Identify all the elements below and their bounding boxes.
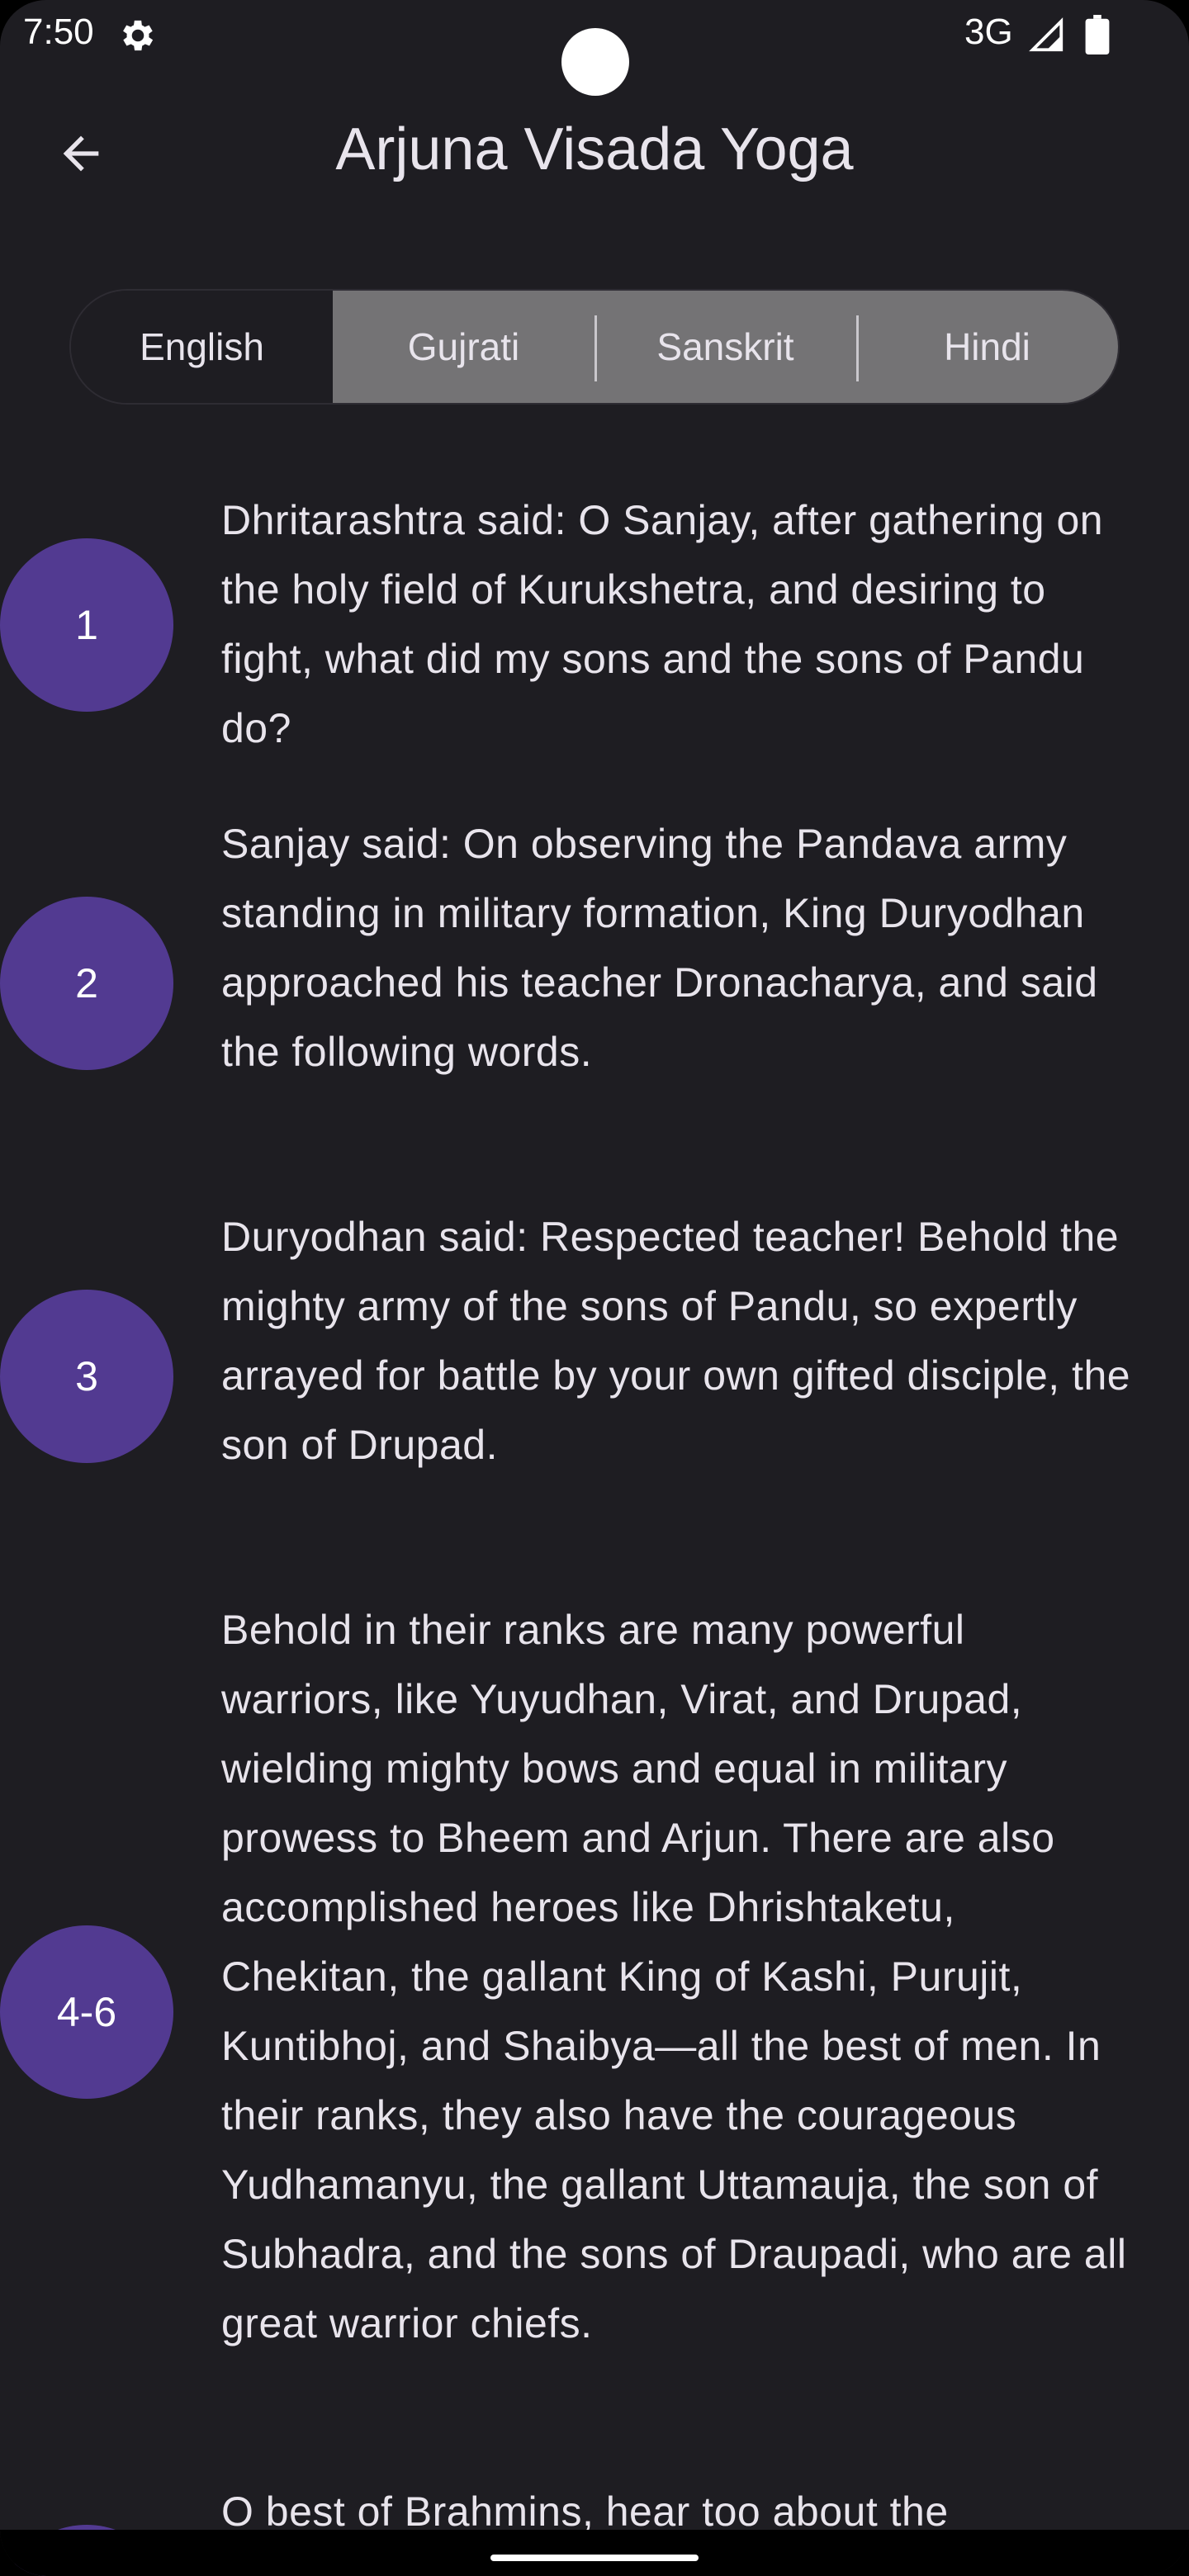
camera-cutout [561,28,629,96]
network-type: 3G [964,12,1013,52]
battery-icon [1085,15,1110,54]
verse-number-badge[interactable]: 4-6 [0,1925,173,2099]
app-bar: Arjuna Visada Yoga [0,99,1189,198]
app-screen: 7:50 3G Arjuna Visada Yoga English Gujra… [0,0,1189,2576]
tab-english[interactable]: English [71,291,333,403]
tab-hindi[interactable]: Hindi [856,291,1118,403]
signal-icon [1029,17,1063,52]
status-time: 7:50 [23,12,94,52]
verse-text: Sanjay said: On observing the Pandava ar… [221,821,1098,1075]
tab-sanskrit[interactable]: Sanskrit [594,291,856,403]
verse-text: Duryodhan said: Respected teacher! Behol… [221,1214,1131,1468]
status-bar: 7:50 3G [0,0,1189,96]
verse-number-badge[interactable]: 2 [0,897,173,1070]
navigation-bar [0,2530,1189,2576]
gear-icon [123,20,154,51]
verse-text: Dhritarashtra said: O Sanjay, after gath… [221,497,1104,751]
home-gesture-handle[interactable] [490,2555,699,2561]
verse-number-badge[interactable]: 3 [0,1290,173,1463]
page-title: Arjuna Visada Yoga [335,116,854,182]
verse-text: Behold in their ranks are many powerful … [221,1607,1127,2346]
verse-number-badge[interactable]: 1 [0,538,173,712]
tab-gujrati[interactable]: Gujrati [333,291,594,403]
language-segmented-control: English Gujrati Sanskrit Hindi [69,289,1120,405]
